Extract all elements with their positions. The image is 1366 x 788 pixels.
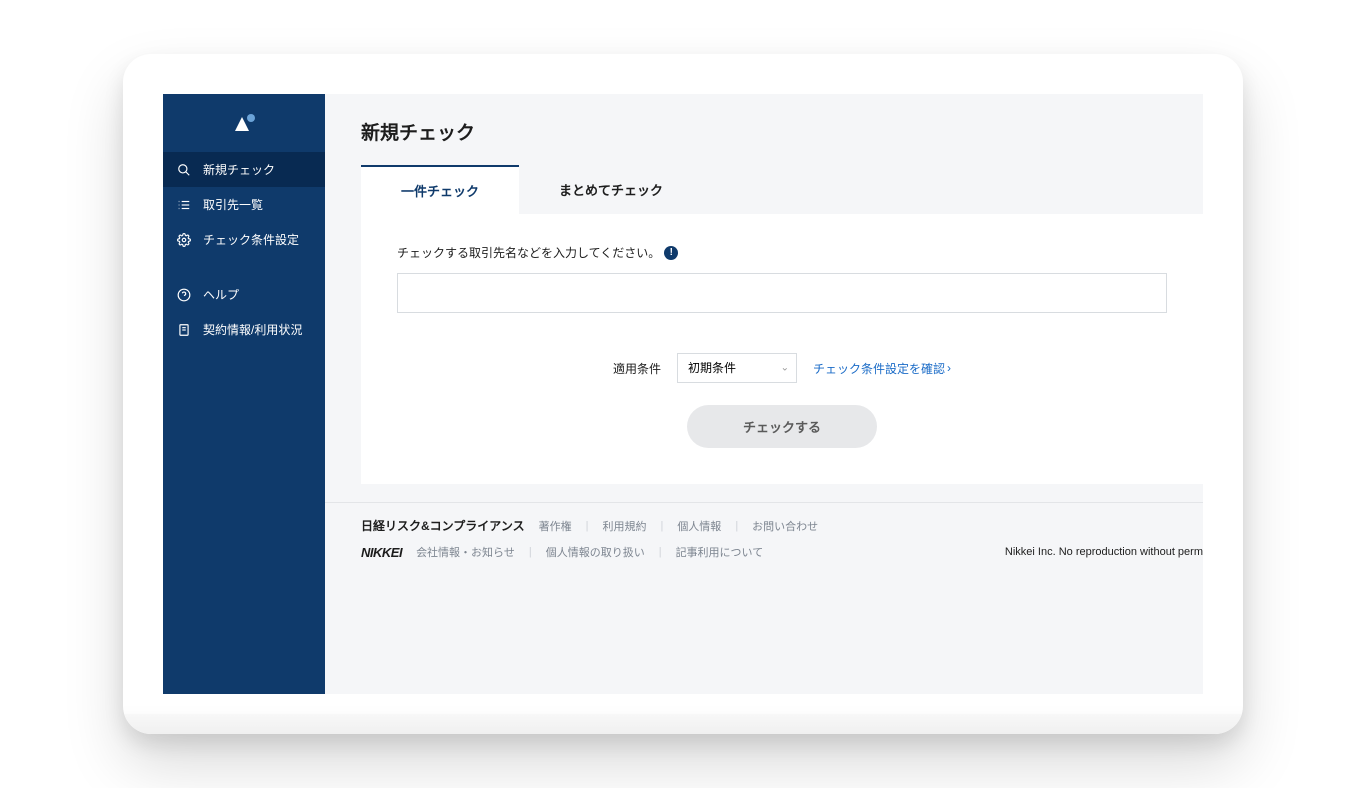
chevron-right-icon: ›	[947, 361, 951, 375]
laptop-frame: 新規チェック 取引先一覧 チェック条件設定 ヘルプ	[123, 54, 1243, 734]
list-icon	[177, 198, 191, 212]
footer-link-contact[interactable]: お問い合わせ	[752, 518, 818, 534]
sidebar-item-label: 取引先一覧	[203, 196, 263, 213]
info-icon[interactable]: !	[664, 246, 678, 260]
sidebar-item-label: 契約情報/利用状況	[203, 321, 302, 338]
footer-link-copyright[interactable]: 著作権	[539, 518, 572, 534]
laptop-base	[123, 714, 1243, 734]
footer: 日経リスク&コンプライアンス 著作権 | 利用規約 | 個人情報 | お問い合わ…	[325, 502, 1203, 574]
sidebar-item-label: 新規チェック	[203, 161, 275, 178]
sidebar-item-contract[interactable]: 契約情報/利用状況	[163, 312, 325, 347]
page-header: 新規チェック 一件チェック まとめてチェック	[325, 94, 1203, 214]
nikkei-logo: NIKKEI	[361, 545, 402, 560]
logo-area	[163, 94, 325, 152]
footer-link-article-use[interactable]: 記事利用について	[676, 544, 764, 560]
document-icon	[177, 323, 191, 337]
footer-row-2: NIKKEI 会社情報・お知らせ | 個人情報の取り扱い | 記事利用について …	[361, 544, 1167, 560]
conditions-row: 適用条件 初期条件 ⌄ チェック条件設定を確認 ›	[397, 353, 1167, 383]
sidebar-item-new-check[interactable]: 新規チェック	[163, 152, 325, 187]
footer-link-company-info[interactable]: 会社情報・お知らせ	[416, 544, 515, 560]
screen: 新規チェック 取引先一覧 チェック条件設定 ヘルプ	[163, 94, 1203, 694]
input-label-row: チェックする取引先名などを入力してください。 !	[397, 244, 1167, 261]
sidebar-item-check-settings[interactable]: チェック条件設定	[163, 222, 325, 257]
sidebar-item-partners-list[interactable]: 取引先一覧	[163, 187, 325, 222]
partner-name-input[interactable]	[397, 273, 1167, 313]
sidebar-item-label: ヘルプ	[203, 286, 239, 303]
footer-row-1: 日経リスク&コンプライアンス 著作権 | 利用規約 | 個人情報 | お問い合わ…	[361, 517, 1167, 534]
help-icon	[177, 288, 191, 302]
submit-row: チェックする	[397, 405, 1167, 448]
search-icon	[177, 163, 191, 177]
page-title: 新規チェック	[361, 118, 1167, 145]
main-content: 新規チェック 一件チェック まとめてチェック チェックする取引先名などを入力して…	[325, 94, 1203, 694]
content-card: チェックする取引先名などを入力してください。 ! 適用条件 初期条件 ⌄ チェッ…	[361, 214, 1203, 484]
footer-copyright: Nikkei Inc. No reproduction without perm	[1005, 546, 1203, 558]
tab-batch-check[interactable]: まとめてチェック	[519, 165, 703, 214]
conditions-select[interactable]: 初期条件	[677, 353, 797, 383]
input-label: チェックする取引先名などを入力してください。	[397, 244, 660, 261]
footer-link-privacy[interactable]: 個人情報	[677, 518, 721, 534]
footer-service-name: 日経リスク&コンプライアンス	[361, 517, 525, 534]
conditions-label: 適用条件	[613, 360, 661, 377]
footer-link-terms[interactable]: 利用規約	[602, 518, 646, 534]
sidebar-item-label: チェック条件設定	[203, 231, 299, 248]
footer-link-personal-info[interactable]: 個人情報の取り扱い	[546, 544, 645, 560]
gear-icon	[177, 233, 191, 247]
conditions-select-wrap: 初期条件 ⌄	[677, 353, 797, 383]
tab-single-check[interactable]: 一件チェック	[361, 165, 519, 214]
sidebar: 新規チェック 取引先一覧 チェック条件設定 ヘルプ	[163, 94, 325, 694]
tabs: 一件チェック まとめてチェック	[361, 165, 1167, 214]
sidebar-item-help[interactable]: ヘルプ	[163, 277, 325, 312]
check-submit-button[interactable]: チェックする	[687, 405, 877, 448]
confirm-settings-link[interactable]: チェック条件設定を確認 ›	[813, 360, 951, 377]
logo-icon	[235, 114, 253, 132]
